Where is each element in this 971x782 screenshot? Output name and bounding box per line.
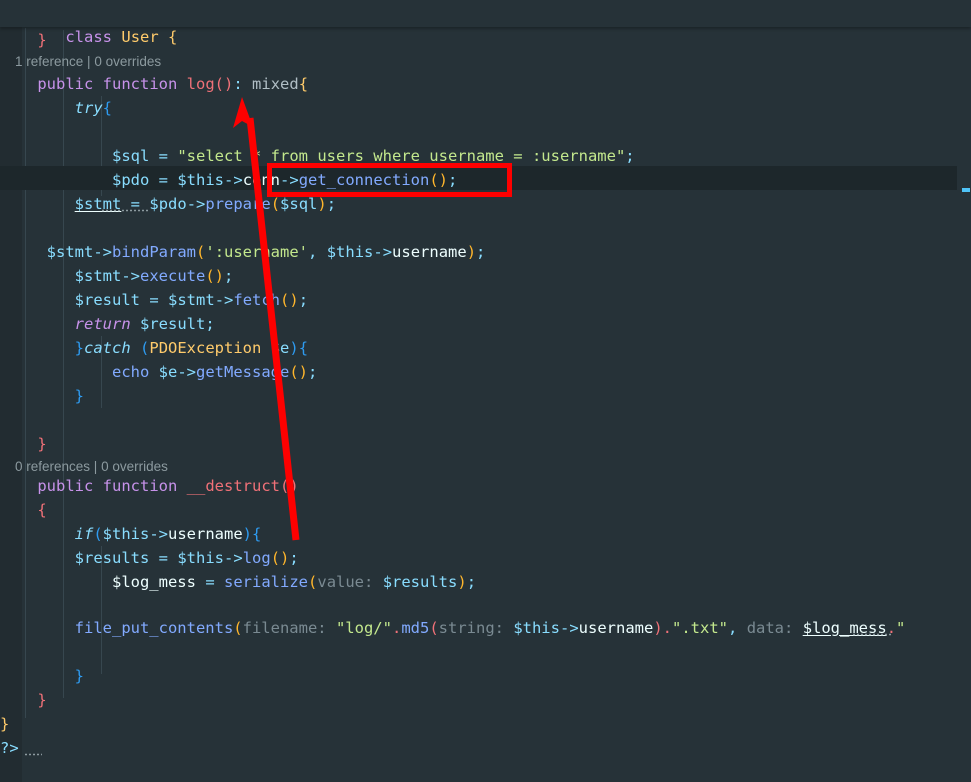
code-line-bindparam[interactable]: $stmt->bindParam(':username', $this->use… xyxy=(0,240,486,264)
code-line-close-brace-4[interactable]: } xyxy=(0,664,84,688)
code-line-results-log[interactable]: $results = $this->log(); xyxy=(0,546,299,570)
code-line-pdo-get-connection[interactable]: $pdo = $this->conn->get_connection(); xyxy=(0,168,457,192)
code-line-function-destruct[interactable]: public function __destruct() xyxy=(0,474,298,498)
code-editor-surface[interactable]: } 1 reference | 0 overrides public funct… xyxy=(0,0,971,782)
code-line-return-result[interactable]: return $result; xyxy=(0,312,215,336)
sticky-scroll-header[interactable]: class User { xyxy=(0,0,971,46)
code-line-open-brace-destruct[interactable]: { xyxy=(0,498,46,522)
error-squiggle-log-mess xyxy=(852,633,892,636)
code-line-sql-assign[interactable]: $sql = "select * from users where userna… xyxy=(0,144,635,168)
code-line-file-put-contents[interactable]: file_put_contents(filename: "log/".md5(s… xyxy=(0,616,906,640)
code-line-stmt-prepare[interactable]: $stmt = $pdo->prepare($sql); xyxy=(0,192,336,216)
code-line-catch[interactable]: }catch (PDOException $e){ xyxy=(0,336,308,360)
code-line-execute[interactable]: $stmt->execute(); xyxy=(0,264,234,288)
code-line-close-brace-3[interactable]: } xyxy=(0,432,46,456)
error-squiggle-php-close xyxy=(24,753,42,756)
code-line-log-mess-serialize[interactable]: $log_mess = serialize(value: $results); xyxy=(0,570,476,594)
code-line-close-brace-2[interactable]: } xyxy=(0,384,84,408)
code-line-result-fetch[interactable]: $result = $stmt->fetch(); xyxy=(0,288,308,312)
overview-ruler[interactable] xyxy=(957,0,971,782)
code-line-php-close-tag[interactable]: ?> xyxy=(0,736,19,760)
code-line-close-brace-6[interactable]: } xyxy=(0,712,9,736)
ruler-mark-3 xyxy=(962,188,970,192)
editor-window: } 1 reference | 0 overrides public funct… xyxy=(0,0,971,782)
sticky-header-class-declaration[interactable]: class User { xyxy=(0,1,177,46)
error-squiggle-stmt xyxy=(101,209,150,212)
code-line-if-username[interactable]: if($this->username){ xyxy=(0,522,262,546)
code-line-close-brace-5[interactable]: } xyxy=(0,688,46,712)
code-line-try[interactable]: try{ xyxy=(0,96,112,120)
code-line-function-log[interactable]: public function log(): mixed{ xyxy=(0,72,308,96)
code-line-echo-message[interactable]: echo $e->getMessage(); xyxy=(0,360,317,384)
